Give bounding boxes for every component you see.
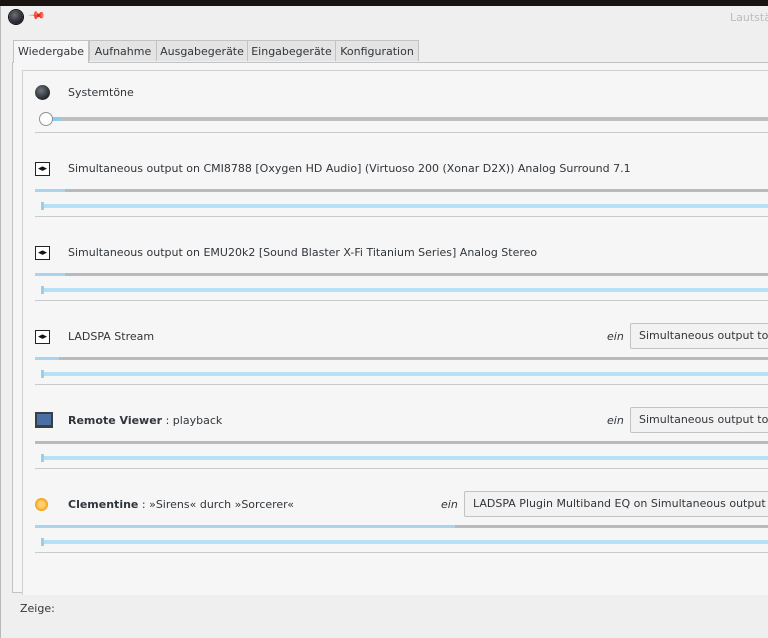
- stream-detail: : »Sirens« durch »Sorcerer«: [141, 498, 295, 511]
- audio-device-icon: ◂▸: [35, 246, 50, 260]
- stream-clementine: Clementine : »Sirens« durch »Sorcerer« e…: [23, 469, 768, 553]
- stream-ladspa: ◂▸ LADSPA Stream ein Simultaneous output…: [23, 301, 768, 385]
- audio-device-icon: ◂▸: [35, 330, 50, 344]
- level-meter: [35, 441, 768, 444]
- playback-panel: Systemtöne ◂▸ Simultaneous output on CMI…: [12, 62, 768, 595]
- on-label: ein: [607, 330, 624, 343]
- stream-label: Simultaneous output on CMI8788 [Oxygen H…: [68, 162, 631, 175]
- title-bar[interactable]: 📌 Lautstä: [1, 6, 768, 32]
- output-device-button[interactable]: Simultaneous output to CM: [630, 323, 768, 349]
- tab-ausgabegeraete[interactable]: Ausgabegeräte: [156, 40, 248, 61]
- stream-detail: : playback: [165, 414, 223, 427]
- pin-icon[interactable]: 📌: [27, 6, 46, 25]
- slider-handle[interactable]: [41, 454, 44, 462]
- tab-wiedergabe[interactable]: Wiedergabe: [13, 40, 89, 63]
- stream-emu20k2: ◂▸ Simultaneous output on EMU20k2 [Sound…: [23, 217, 768, 301]
- stream-label: Simultaneous output on EMU20k2 [Sound Bl…: [68, 246, 538, 259]
- volume-slider[interactable]: [41, 454, 768, 462]
- on-label: ein: [607, 414, 624, 427]
- system-sound-icon: [35, 85, 50, 100]
- stream-label: Clementine : »Sirens« durch »Sorcerer«: [68, 498, 294, 511]
- volume-slider[interactable]: [41, 117, 768, 121]
- audio-device-icon: ◂▸: [35, 162, 50, 176]
- divider: [35, 552, 768, 553]
- level-meter: [35, 189, 768, 192]
- level-meter-fill: [35, 357, 59, 360]
- tab-aufnahme[interactable]: Aufnahme: [89, 40, 157, 61]
- output-device-button[interactable]: LADSPA Plugin Multiband EQ on Simultaneo…: [464, 491, 768, 517]
- stream-remote-viewer: Remote Viewer : playback ein Simultaneou…: [23, 385, 768, 469]
- level-meter-fill: [35, 273, 65, 276]
- level-meter-fill: [35, 189, 65, 192]
- app-name: Remote Viewer: [68, 414, 163, 427]
- stream-system-sounds: Systemtöne: [23, 71, 768, 133]
- volume-slider[interactable]: [41, 370, 768, 378]
- stream-label: Systemtöne: [68, 86, 134, 99]
- slider-handle[interactable]: [39, 112, 53, 126]
- slider-handle[interactable]: [41, 286, 44, 294]
- level-meter-fill: [35, 525, 455, 528]
- stream-list: Systemtöne ◂▸ Simultaneous output on CMI…: [22, 70, 768, 595]
- clementine-icon: [35, 498, 48, 511]
- slider-handle[interactable]: [41, 202, 44, 210]
- level-meter: [35, 357, 768, 360]
- on-label: ein: [441, 498, 458, 511]
- level-meter: [35, 525, 768, 528]
- volume-slider[interactable]: [41, 286, 768, 294]
- tab-eingabegeraete[interactable]: Eingabegeräte: [247, 40, 336, 61]
- output-device-button[interactable]: Simultaneous output to CM: [630, 407, 768, 433]
- slider-handle[interactable]: [41, 538, 44, 546]
- mixer-window: 📌 Lautstä Wiedergabe Aufnahme Ausgabeger…: [0, 6, 768, 638]
- window-title: Lautstä: [730, 11, 768, 24]
- tab-konfiguration[interactable]: Konfiguration: [335, 40, 419, 61]
- monitor-icon: [35, 412, 53, 428]
- slider-handle[interactable]: [41, 370, 44, 378]
- stream-label: Remote Viewer : playback: [68, 414, 222, 427]
- app-name: Clementine: [68, 498, 139, 511]
- level-meter: [35, 273, 768, 276]
- stream-cmi8788: ◂▸ Simultaneous output on CMI8788 [Oxyge…: [23, 133, 768, 217]
- show-filter-label: Zeige:: [20, 602, 55, 615]
- app-icon: [9, 10, 23, 24]
- volume-slider[interactable]: [41, 538, 768, 546]
- volume-slider[interactable]: [41, 202, 768, 210]
- stream-label: LADSPA Stream: [68, 330, 155, 343]
